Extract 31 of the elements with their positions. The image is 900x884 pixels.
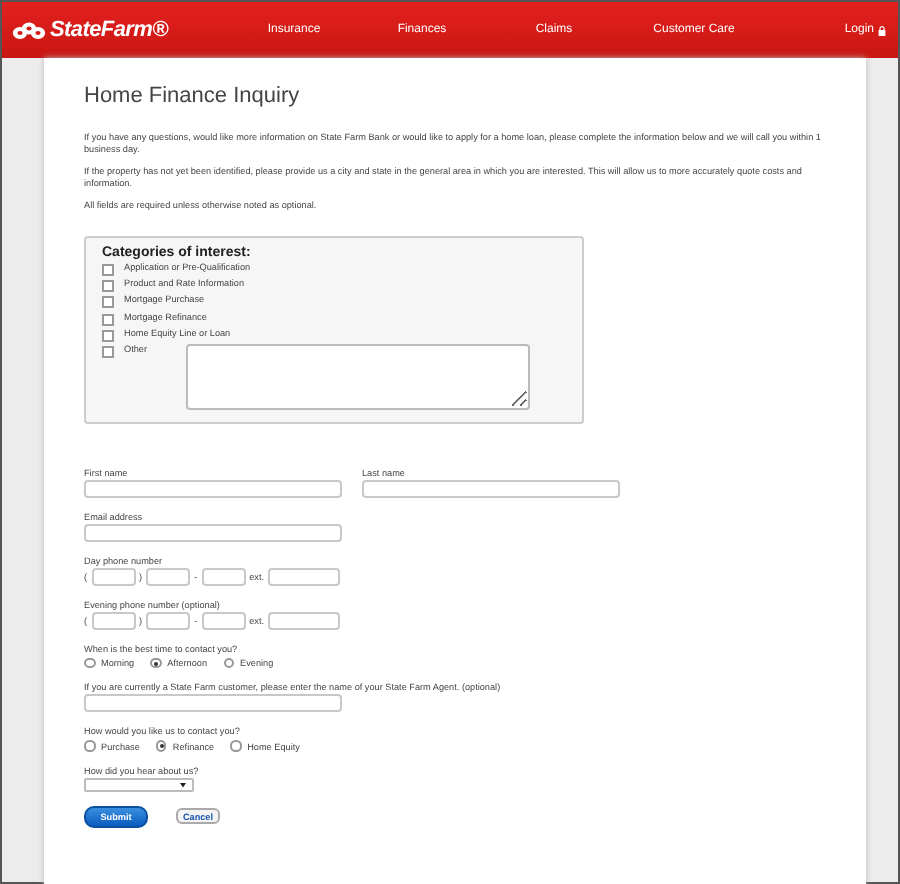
checkbox[interactable] bbox=[102, 345, 114, 358]
radio-button[interactable] bbox=[155, 740, 167, 752]
input-field[interactable] bbox=[268, 611, 340, 630]
caret-icon bbox=[180, 781, 186, 788]
input-field[interactable] bbox=[146, 567, 191, 586]
radio-button[interactable] bbox=[223, 657, 235, 669]
other-text-area[interactable] bbox=[185, 343, 529, 410]
input-field[interactable] bbox=[146, 611, 191, 630]
checkbox[interactable] bbox=[102, 313, 114, 326]
page-title: Home Finance Inquiry bbox=[84, 84, 302, 108]
radio-button[interactable] bbox=[84, 657, 95, 669]
logo-text: StateFarm® bbox=[50, 18, 168, 42]
logo-icon bbox=[12, 21, 46, 39]
checkbox[interactable] bbox=[102, 296, 114, 309]
checkbox[interactable] bbox=[102, 329, 114, 342]
input-field[interactable] bbox=[91, 611, 136, 630]
checkbox[interactable] bbox=[102, 280, 114, 293]
lock-icon bbox=[878, 25, 886, 35]
input-field[interactable] bbox=[84, 523, 342, 542]
input-field[interactable] bbox=[268, 567, 340, 586]
checkbox[interactable] bbox=[102, 264, 114, 276]
dropdown[interactable] bbox=[84, 777, 194, 792]
input-field[interactable] bbox=[84, 694, 342, 713]
input-field[interactable] bbox=[91, 567, 136, 586]
input-field[interactable] bbox=[362, 479, 620, 498]
input-field[interactable] bbox=[84, 479, 342, 498]
radio-button[interactable] bbox=[84, 740, 95, 752]
radio-button[interactable] bbox=[230, 740, 242, 752]
input-field[interactable] bbox=[201, 611, 246, 630]
input-field[interactable] bbox=[201, 567, 246, 586]
radio-button[interactable] bbox=[150, 657, 162, 669]
